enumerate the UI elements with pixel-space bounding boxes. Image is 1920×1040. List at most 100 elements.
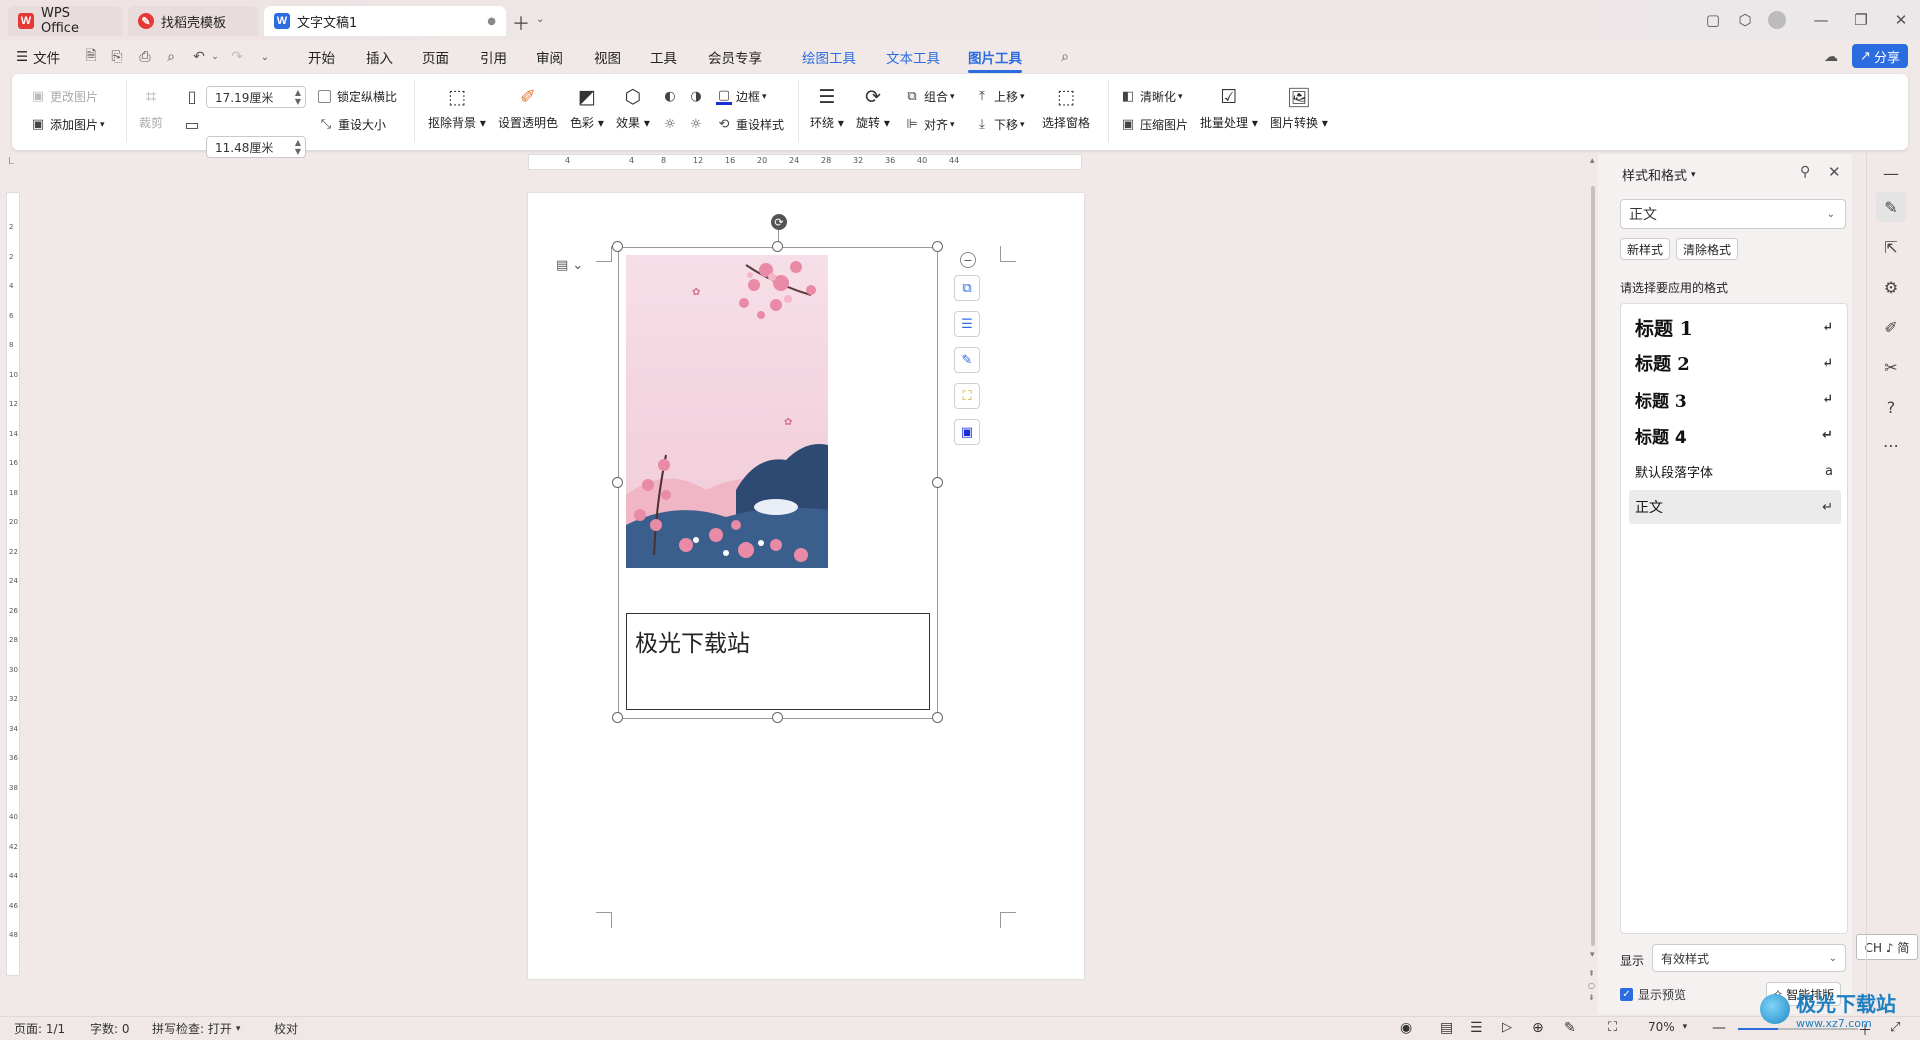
page-count[interactable]: 页面: 1/1 xyxy=(14,1020,65,1037)
crop-button[interactable]: ⌗ 裁剪 xyxy=(138,84,164,131)
spell-check[interactable]: 拼写检查: 打开 ▾ xyxy=(152,1020,240,1037)
style-default-font[interactable]: 默认段落字体 a xyxy=(1629,454,1841,488)
select-pointer-icon[interactable]: ⇱ xyxy=(1876,232,1906,262)
caption-textbox[interactable]: 极光下载站 xyxy=(626,613,930,710)
align-button[interactable]: ⊫ 对齐 ▾ xyxy=(904,116,954,133)
menu-page[interactable]: 页面 xyxy=(422,46,449,68)
tab-list-chevron-icon[interactable]: ⌄ xyxy=(536,14,544,25)
spin-arrows-icon[interactable]: ▲ ▼ xyxy=(295,88,301,106)
play-icon[interactable]: ▷ xyxy=(1502,1020,1512,1035)
resize-handle[interactable] xyxy=(612,241,623,252)
color-button[interactable]: ◩ 色彩 ▾ xyxy=(570,84,604,131)
help-icon[interactable]: ? xyxy=(1876,392,1906,422)
menu-reference[interactable]: 引用 xyxy=(480,46,507,68)
menu-picture-tools[interactable]: 图片工具 xyxy=(968,46,1022,73)
remove-background-button[interactable]: ⬚ 抠除背景 ▾ xyxy=(428,84,486,131)
resize-handle[interactable] xyxy=(612,477,623,488)
export-pdf-icon[interactable]: ⎘ xyxy=(106,46,128,68)
menu-text-tools[interactable]: 文本工具 xyxy=(886,46,940,68)
effects-button[interactable]: ⬡ 效果 ▾ xyxy=(616,84,650,131)
lock-ratio-checkbox[interactable]: 锁定纵横比 xyxy=(318,88,397,105)
print-preview-icon[interactable]: ⌕ xyxy=(160,46,182,68)
resize-handle[interactable] xyxy=(932,477,943,488)
menu-drawing-tools[interactable]: 绘图工具 xyxy=(802,46,856,68)
close-window-button[interactable]: ✕ xyxy=(1886,8,1916,32)
change-image-button[interactable]: ▣ 更改图片 xyxy=(30,88,98,105)
cloud-icon[interactable]: ☁ xyxy=(1820,46,1842,68)
panel-title[interactable]: 样式和格式 ▾ xyxy=(1622,165,1696,184)
vertical-scrollbar[interactable]: ▴ ▾ ⇞ ○ ⇟ xyxy=(1588,156,1598,1016)
move-down-button[interactable]: ⤓ 下移 ▾ xyxy=(974,116,1024,133)
resize-handle[interactable] xyxy=(772,712,783,723)
proofread[interactable]: 校对 xyxy=(274,1020,298,1037)
rotate-handle-icon[interactable]: ⟳ xyxy=(771,214,787,230)
menu-tools[interactable]: 工具 xyxy=(650,46,677,68)
selection-pane-button[interactable]: ⬚ 选择窗格 xyxy=(1042,84,1090,131)
tab-wps-office[interactable]: W WPS Office xyxy=(8,6,122,36)
scroll-thumb[interactable] xyxy=(1591,186,1595,946)
layout-options-icon[interactable]: ▤ ⌄ xyxy=(556,258,592,278)
edit-image-icon[interactable]: ✐ xyxy=(1876,312,1906,342)
outline-view-icon[interactable]: ☰ xyxy=(1470,1020,1483,1036)
style-normal[interactable]: 正文 ↵ xyxy=(1629,490,1841,524)
collapse-sidebar-icon[interactable]: — xyxy=(1876,158,1906,188)
word-count[interactable]: 字数: 0 xyxy=(90,1020,130,1037)
sharpen-button[interactable]: ◧ 清晰化 ▾ xyxy=(1120,88,1183,105)
crop-float-icon[interactable]: ⧉ xyxy=(954,275,980,301)
menu-start[interactable]: 开始 xyxy=(308,46,335,68)
wrap-button[interactable]: ☰ 环绕 ▾ xyxy=(810,84,844,131)
set-transparent-button[interactable]: ✐ 设置透明色 xyxy=(498,84,558,131)
show-filter-select[interactable]: 有效样式 ⌄ xyxy=(1652,944,1846,972)
menu-membership[interactable]: 会员专享 xyxy=(708,46,762,68)
batch-process-button[interactable]: ☑ 批量处理 ▾ xyxy=(1200,84,1258,131)
print-icon[interactable]: ⎙ xyxy=(134,46,156,68)
pin-icon[interactable]: ⚲ xyxy=(1800,164,1810,180)
save-icon[interactable]: 🗎 xyxy=(80,46,102,68)
settings-sliders-icon[interactable]: ⚙ xyxy=(1876,272,1906,302)
border-button[interactable]: ▢ 边框 ▾ xyxy=(716,88,767,105)
style-heading-4[interactable]: 标题 4 ↵ xyxy=(1629,418,1841,452)
restore-button[interactable]: ❐ xyxy=(1846,8,1876,32)
menu-view[interactable]: 视图 xyxy=(594,46,621,68)
current-style-select[interactable]: 正文 ⌄ xyxy=(1620,199,1846,229)
new-tab-icon[interactable]: ＋ xyxy=(512,10,530,36)
pen-mode-icon[interactable]: ✎ xyxy=(1564,1020,1576,1036)
collapse-toolbar-icon[interactable]: − xyxy=(960,252,976,268)
height-field[interactable]: 11.48厘米 ▲ ▼ xyxy=(206,136,306,158)
tab-template[interactable]: ✎ 找稻壳模板 xyxy=(128,6,258,36)
wrap-float-icon[interactable]: ☰ xyxy=(954,311,980,337)
style-heading-2[interactable]: 标题 2 ↵ xyxy=(1629,346,1841,380)
image-convert-button[interactable]: 🖼 图片转换 ▾ xyxy=(1270,84,1328,131)
brightness-down-icon[interactable]: ☼ xyxy=(662,116,678,132)
reset-size-button[interactable]: ⤡ 重设大小 xyxy=(318,116,386,133)
fit-page-icon[interactable]: ⛶ xyxy=(1608,1020,1617,1035)
tools-icon[interactable]: ✂ xyxy=(1876,352,1906,382)
compress-button[interactable]: ▣ 压缩图片 xyxy=(1120,116,1188,133)
minimize-button[interactable]: — xyxy=(1806,8,1836,32)
menu-insert[interactable]: 插入 xyxy=(366,46,393,68)
resize-handle[interactable] xyxy=(612,712,623,723)
scroll-down-icon[interactable]: ▾ xyxy=(1590,950,1595,960)
reset-style-button[interactable]: ⟲ 重设样式 xyxy=(716,116,784,133)
new-style-button[interactable]: 新样式 xyxy=(1620,238,1671,260)
border-float-icon[interactable]: ▣ xyxy=(954,419,980,445)
brightness-up-icon[interactable]: ◐ xyxy=(662,88,678,104)
redo-icon[interactable]: ↷ xyxy=(226,46,248,68)
web-view-icon[interactable]: ⊕ xyxy=(1532,1020,1544,1036)
add-image-button[interactable]: ▣ 添加图片 ▾ xyxy=(30,116,105,133)
move-up-button[interactable]: ⤒ 上移 ▾ xyxy=(974,88,1024,105)
pen-float-icon[interactable]: ✎ xyxy=(954,347,980,373)
horizontal-ruler[interactable]: 4 4 8 12 16 20 24 28 32 36 40 44 xyxy=(528,154,1082,170)
width-field[interactable]: 17.19厘米 ▲ ▼ xyxy=(206,86,306,108)
style-heading-3[interactable]: 标题 3 ↵ xyxy=(1629,382,1841,416)
spin-arrows-icon[interactable]: ▲ ▼ xyxy=(295,138,301,156)
zoom-level[interactable]: 70% ▾ xyxy=(1648,1020,1687,1034)
page-nav-icons[interactable]: ⇞ ○ ⇟ xyxy=(1588,968,1595,1004)
window-layout-icon[interactable]: ▢ xyxy=(1698,8,1728,32)
group-button[interactable]: ⧉ 组合 ▾ xyxy=(904,88,954,105)
vertical-ruler[interactable]: 2 2 4 6 8 10 12 14 16 18 20 22 24 26 28 30 32 34 36 38 40 42 4… xyxy=(6,192,20,976)
unsaved-dot-icon[interactable]: ● xyxy=(487,16,496,27)
resize-handle[interactable] xyxy=(932,241,943,252)
contrast-down-icon[interactable]: ☼ xyxy=(688,116,704,132)
rotate-button[interactable]: ⟳ 旋转 ▾ xyxy=(856,84,890,131)
